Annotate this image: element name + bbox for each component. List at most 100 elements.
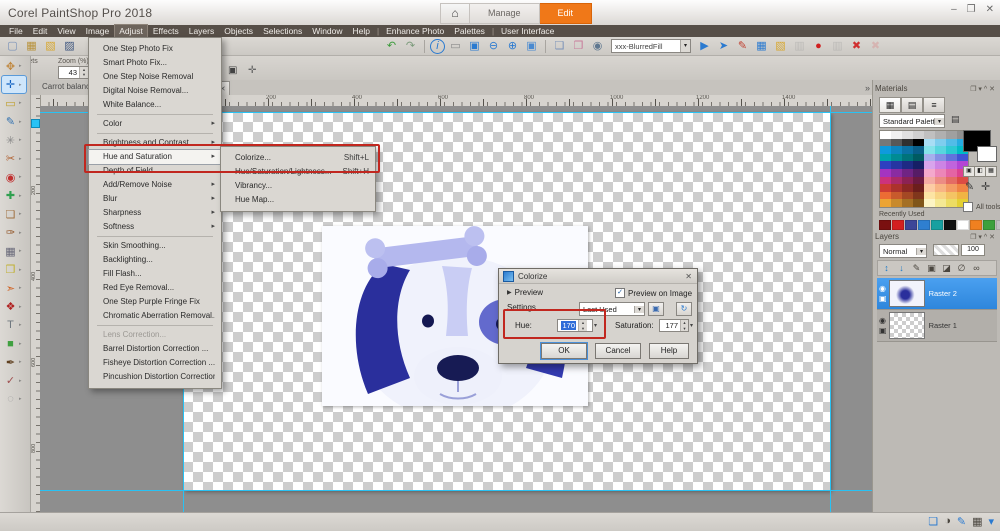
chevron-down-icon[interactable]: ▾ bbox=[634, 306, 644, 313]
redo-icon[interactable]: ↷ bbox=[402, 39, 419, 54]
mesh-warp-tool[interactable]: ◌▸ bbox=[2, 391, 26, 408]
guide-line-bottom[interactable] bbox=[40, 490, 872, 491]
menu-objects[interactable]: Objects bbox=[220, 25, 257, 37]
palette-swatch[interactable] bbox=[935, 131, 946, 139]
pick-tool[interactable]: ✛▸ bbox=[2, 76, 26, 93]
crop-tool[interactable]: ✂▸ bbox=[2, 150, 26, 167]
menu-item-color[interactable]: Color▸ bbox=[89, 117, 221, 131]
palette-swatch[interactable] bbox=[935, 161, 946, 169]
paste-icon[interactable]: ❐ bbox=[570, 39, 587, 54]
palette-swatch[interactable] bbox=[891, 139, 902, 147]
palette-swatch[interactable] bbox=[924, 184, 935, 192]
layer-visibility-icon[interactable]: ◉ bbox=[879, 317, 887, 325]
palette-swatch[interactable] bbox=[935, 146, 946, 154]
layers-toolbar-icon-1[interactable]: ↓ bbox=[895, 262, 908, 274]
submenu-item-hue-saturation-lightness[interactable]: Hue/Saturation/Lightness...Shift+H bbox=[221, 165, 375, 179]
palette-swatch[interactable] bbox=[924, 161, 935, 169]
menu-help[interactable]: Help bbox=[349, 25, 374, 37]
hue-spinbox[interactable]: 170 ▴▾ ▾ bbox=[557, 319, 597, 332]
minimize-icon[interactable]: – bbox=[951, 4, 957, 15]
palette-swatch[interactable] bbox=[880, 139, 891, 147]
palette-swatch[interactable] bbox=[891, 177, 902, 185]
browse-icon[interactable]: ▦ bbox=[23, 39, 40, 54]
picture-tube-tool[interactable]: ➣▸ bbox=[2, 280, 26, 297]
palette-swatch[interactable] bbox=[880, 169, 891, 177]
center-icon[interactable]: ✛ bbox=[248, 65, 256, 76]
palette-swatch[interactable] bbox=[913, 154, 924, 162]
palette-swatch[interactable] bbox=[902, 177, 913, 185]
palette-swatch[interactable] bbox=[935, 169, 946, 177]
tool-flyout-icon[interactable]: ▸ bbox=[19, 211, 22, 217]
status-icon-4[interactable]: ▾ bbox=[988, 515, 994, 528]
menu-palettes[interactable]: Palettes bbox=[450, 25, 489, 37]
zoom-in-icon[interactable]: ⊕ bbox=[504, 39, 521, 54]
recent-swatch[interactable] bbox=[931, 220, 943, 230]
menu-item-chromatic-aberration-removal[interactable]: Chromatic Aberration Removal... bbox=[89, 309, 221, 323]
tool-flyout-icon[interactable]: ▸ bbox=[19, 137, 22, 143]
palette-swatch[interactable] bbox=[924, 177, 935, 185]
status-icon-1[interactable]: ◑ bbox=[944, 515, 951, 528]
palette-swatch[interactable] bbox=[902, 146, 913, 154]
palette-swatch[interactable] bbox=[880, 154, 891, 162]
menu-item-fisheye-distortion-correction[interactable]: Fisheye Distortion Correction ... bbox=[89, 356, 221, 370]
palette-swatch[interactable] bbox=[880, 199, 891, 207]
cancel-button[interactable]: Cancel bbox=[595, 343, 641, 359]
stop-script-icon[interactable]: ▥ bbox=[829, 39, 846, 54]
pan-tool[interactable]: ✥▸ bbox=[2, 58, 26, 75]
menu-item-blur[interactable]: Blur▸ bbox=[89, 192, 221, 206]
preview-icon[interactable]: ▭ bbox=[447, 39, 464, 54]
add-color-icon[interactable]: ✛ bbox=[981, 180, 990, 193]
eraser-tool[interactable]: ❒▸ bbox=[2, 261, 26, 278]
menu-item-backlighting[interactable]: Backlighting... bbox=[89, 253, 221, 267]
collapse-right-icon[interactable]: » bbox=[865, 83, 870, 93]
palette-swatch[interactable] bbox=[880, 177, 891, 185]
tool-flyout-icon[interactable]: ▸ bbox=[19, 304, 22, 310]
tool-flyout-icon[interactable]: ▸ bbox=[19, 100, 22, 106]
submenu-item-hue-map[interactable]: Hue Map... bbox=[221, 193, 375, 207]
palette-swatch[interactable] bbox=[924, 146, 935, 154]
palette-swatch[interactable] bbox=[946, 161, 957, 169]
palette-swatch[interactable] bbox=[891, 146, 902, 154]
preview-toggle[interactable]: ▶ Preview bbox=[507, 288, 543, 297]
layers-header-icon[interactable]: ✕ bbox=[989, 234, 995, 241]
menu-item-lens-correction[interactable]: Lens Correction... bbox=[89, 328, 221, 342]
tool-flyout-icon[interactable]: ▸ bbox=[19, 119, 22, 125]
layers-toolbar-icon-2[interactable]: ✎ bbox=[910, 262, 923, 274]
edit-script-icon[interactable]: ✎ bbox=[734, 39, 751, 54]
layers-header[interactable]: Layers ❐ ▾ ^ ✕ bbox=[875, 230, 999, 243]
palette-swatch[interactable] bbox=[924, 199, 935, 207]
materials-header[interactable]: Materials ❐ ▾ ^ ✕ bbox=[875, 82, 999, 95]
menu-item-sharpness[interactable]: Sharpness▸ bbox=[89, 206, 221, 220]
script-preset-dropdown[interactable]: xxx-BlurredFill ▾ bbox=[611, 39, 691, 53]
materials-tab-2[interactable]: ≡ bbox=[923, 97, 945, 113]
palette-swatch[interactable] bbox=[891, 192, 902, 200]
status-icon-3[interactable]: ▦ bbox=[972, 515, 982, 528]
selection-tool[interactable]: ▭▸ bbox=[2, 95, 26, 112]
palette-swatch[interactable] bbox=[902, 169, 913, 177]
makeover-tool[interactable]: ✚▸ bbox=[2, 187, 26, 204]
record-script-icon[interactable]: ● bbox=[810, 39, 827, 54]
palette-swatch[interactable] bbox=[946, 131, 957, 139]
palette-dropdown[interactable]: Standard Palette▾ bbox=[879, 114, 945, 128]
saturation-spinbox[interactable]: 177 ▴▾ ▾ bbox=[659, 319, 693, 332]
status-icon-2[interactable]: ✎ bbox=[957, 515, 966, 528]
status-icon-0[interactable]: ❏ bbox=[928, 515, 938, 528]
palette-swatch[interactable] bbox=[913, 161, 924, 169]
checkbox-icon[interactable] bbox=[963, 202, 973, 212]
menu-item-one-step-purple-fringe-fix[interactable]: One Step Purple Fringe Fix bbox=[89, 295, 221, 309]
submenu-item-vibrancy[interactable]: Vibrancy... bbox=[221, 179, 375, 193]
palette-swatch[interactable] bbox=[913, 131, 924, 139]
shape-tool[interactable]: ■▸ bbox=[2, 335, 26, 352]
layers-toolbar-icon-4[interactable]: ◪ bbox=[940, 262, 953, 274]
capture-icon[interactable]: ◉ bbox=[589, 39, 606, 54]
menu-item-white-balance[interactable]: White Balance... bbox=[89, 98, 221, 112]
palette-swatch[interactable] bbox=[913, 139, 924, 147]
recent-swatch[interactable] bbox=[905, 220, 917, 230]
palette-swatch[interactable] bbox=[891, 161, 902, 169]
palette-swatch[interactable] bbox=[913, 177, 924, 185]
palette-swatch[interactable] bbox=[935, 139, 946, 147]
pattern-style-icon[interactable]: ▦ bbox=[985, 166, 997, 177]
menu-layers[interactable]: Layers bbox=[185, 25, 219, 37]
help-button[interactable]: Help bbox=[649, 343, 689, 359]
palette-swatch[interactable] bbox=[880, 131, 891, 139]
